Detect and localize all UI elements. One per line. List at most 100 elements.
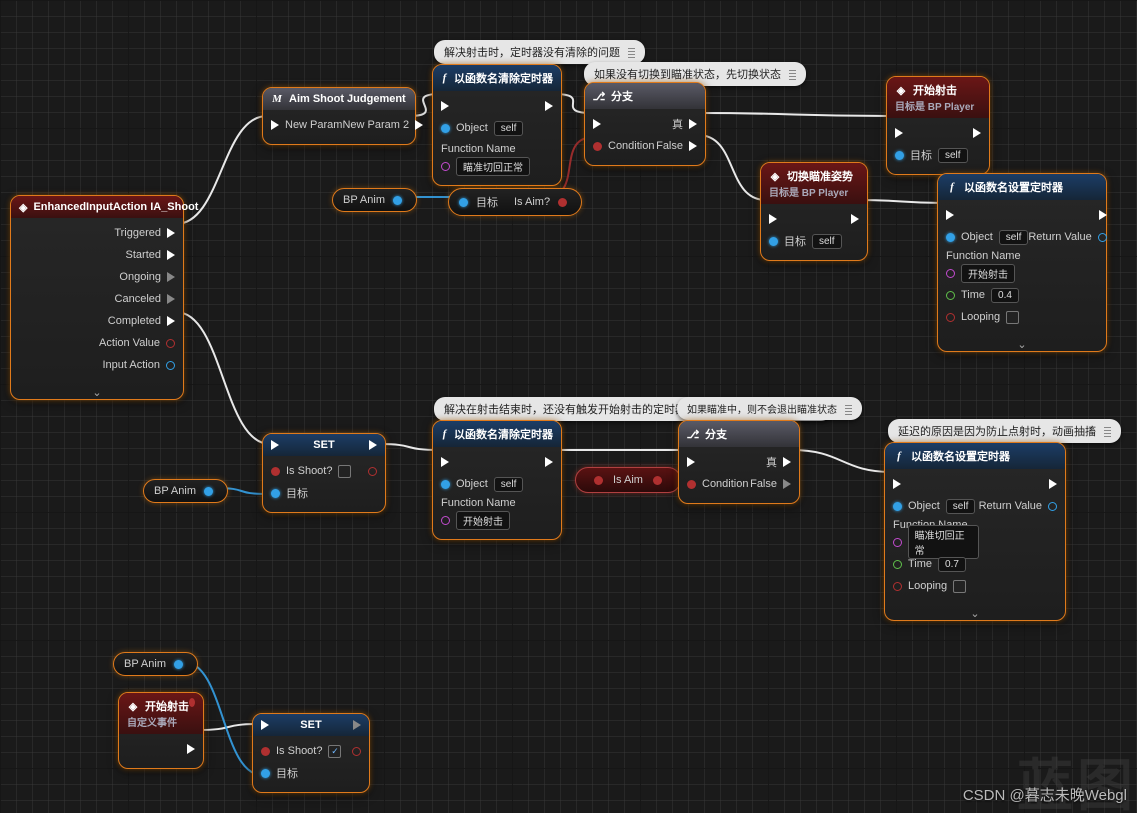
node-clear-timer-2[interactable]: f以函数名清除定时器 Objectself Function Name 开始射击: [432, 420, 562, 540]
node-begin-shoot-call[interactable]: ◈开始射击目标是 BP Player 目标self: [886, 76, 990, 175]
data-pin[interactable]: [441, 162, 450, 171]
var-is-aim[interactable]: 目标Is Aim?: [448, 188, 582, 216]
expand-toggle[interactable]: ⌄: [938, 336, 1106, 351]
exec-pin-in[interactable]: [946, 210, 954, 220]
data-pin[interactable]: [946, 313, 955, 322]
exec-pin-in[interactable]: [441, 101, 449, 111]
function-icon: f: [441, 428, 448, 440]
exec-pin-in[interactable]: [893, 479, 901, 489]
var-bp-anim-3[interactable]: BP Anim: [113, 652, 198, 676]
exec-pin-out[interactable]: [167, 250, 175, 260]
exec-pin-in[interactable]: [593, 119, 601, 129]
exec-pin-out[interactable]: [167, 316, 175, 326]
exec-pin-out[interactable]: [1099, 210, 1107, 220]
macro-icon: M: [271, 93, 283, 105]
exec-pin-out[interactable]: [167, 272, 175, 282]
node-set-1[interactable]: SET Is Shoot? 目标: [262, 433, 386, 513]
data-pin[interactable]: [558, 198, 567, 207]
exec-pin-out[interactable]: [187, 744, 195, 754]
exec-pin-out[interactable]: [689, 141, 697, 151]
data-pin[interactable]: [166, 339, 175, 348]
exec-pin-out[interactable]: [415, 120, 423, 130]
exec-pin-in[interactable]: [261, 720, 269, 730]
node-clear-timer-1[interactable]: f以函数名清除定时器 Objectself Function Name 瞄准切回…: [432, 64, 562, 186]
data-pin[interactable]: [441, 124, 450, 133]
exec-pin-out[interactable]: [369, 440, 377, 450]
data-pin[interactable]: [893, 502, 902, 511]
var-bp-anim-1[interactable]: BP Anim: [332, 188, 417, 212]
expand-toggle[interactable]: ⌄: [885, 605, 1065, 620]
data-pin[interactable]: [261, 747, 270, 756]
branch-icon: ⎇: [687, 428, 699, 440]
node-enhanced-input[interactable]: ◈EnhancedInputAction IA_Shoot Triggered …: [10, 195, 184, 400]
data-pin[interactable]: [895, 151, 904, 160]
exec-pin-out[interactable]: [783, 457, 791, 467]
data-pin[interactable]: [368, 467, 377, 476]
node-switch-aim-pose[interactable]: ◈切换瞄准姿势目标是 BP Player 目标self: [760, 162, 868, 261]
exec-pin-out[interactable]: [353, 720, 361, 730]
event-icon: ◈: [127, 700, 139, 712]
data-pin[interactable]: [769, 237, 778, 246]
data-pin[interactable]: [352, 747, 361, 756]
exec-pin-in[interactable]: [271, 120, 279, 130]
node-custom-event[interactable]: ◈开始射击自定义事件: [118, 692, 204, 769]
exec-pin-in[interactable]: [769, 214, 777, 224]
exec-pin-in[interactable]: [687, 457, 695, 467]
data-pin[interactable]: [946, 269, 955, 278]
function-icon: f: [893, 450, 905, 462]
delegate-pin[interactable]: [189, 698, 195, 707]
exec-pin-out[interactable]: [783, 479, 791, 489]
data-pin[interactable]: [893, 538, 902, 547]
data-pin[interactable]: [204, 487, 213, 496]
data-pin[interactable]: [893, 560, 902, 569]
data-pin[interactable]: [174, 660, 183, 669]
data-pin[interactable]: [893, 582, 902, 591]
exec-pin-out[interactable]: [689, 119, 697, 129]
node-branch-1[interactable]: ⎇分支 Condition 真 False: [584, 82, 706, 166]
exec-pin-out[interactable]: [973, 128, 981, 138]
event-icon: ◈: [895, 84, 907, 96]
data-pin[interactable]: [593, 142, 602, 151]
event-icon: ◈: [769, 170, 781, 182]
exec-pin-in[interactable]: [441, 457, 449, 467]
function-icon: f: [946, 181, 958, 193]
node-aim-shoot[interactable]: MAim Shoot Judgement New Param New Param…: [262, 87, 416, 145]
function-icon: f: [441, 72, 448, 84]
comment-4: 延迟的原因是因为防止点射时，动画抽搐: [888, 419, 1121, 443]
comment-3b: 如果瞄准中，则不会退出瞄准状态: [677, 397, 862, 420]
node-branch-2[interactable]: ⎇分支 Condition 真 False: [678, 420, 800, 504]
data-pin[interactable]: [459, 198, 468, 207]
exec-pin-out[interactable]: [545, 101, 553, 111]
exec-pin-in[interactable]: [895, 128, 903, 138]
data-pin[interactable]: [393, 196, 402, 205]
data-pin[interactable]: [271, 489, 280, 498]
data-pin[interactable]: [261, 769, 270, 778]
data-pin[interactable]: [653, 476, 662, 485]
data-pin[interactable]: [946, 291, 955, 300]
data-pin[interactable]: [441, 516, 450, 525]
branch-icon: ⎇: [593, 90, 605, 102]
exec-pin-out[interactable]: [545, 457, 553, 467]
exec-pin-out[interactable]: [851, 214, 859, 224]
var-is-aim-2[interactable]: Is Aim: [575, 467, 681, 493]
expand-toggle[interactable]: ⌄: [11, 384, 183, 399]
exec-pin-out[interactable]: [167, 294, 175, 304]
node-set-timer-1[interactable]: f以函数名设置定时器 Objectself Function Name 开始射击…: [937, 173, 1107, 352]
node-set-2[interactable]: SET Is Shoot?✓ 目标: [252, 713, 370, 793]
event-icon: ◈: [19, 201, 27, 213]
exec-pin-in[interactable]: [271, 440, 279, 450]
data-pin[interactable]: [594, 476, 603, 485]
data-pin[interactable]: [441, 480, 450, 489]
data-pin[interactable]: [687, 480, 696, 489]
exec-pin-out[interactable]: [1049, 479, 1057, 489]
data-pin[interactable]: [946, 233, 955, 242]
data-pin[interactable]: [1098, 233, 1107, 242]
watermark-text: CSDN @暮志未晚Webgl: [963, 784, 1127, 805]
comment-1: 解决射击时，定时器没有清除的问题: [434, 40, 645, 64]
data-pin[interactable]: [166, 361, 175, 370]
data-pin[interactable]: [1048, 502, 1057, 511]
node-set-timer-2[interactable]: f以函数名设置定时器 Objectself Function Name 瞄准切回…: [884, 442, 1066, 621]
exec-pin-out[interactable]: [167, 228, 175, 238]
var-bp-anim-2[interactable]: BP Anim: [143, 479, 228, 503]
data-pin[interactable]: [271, 467, 280, 476]
